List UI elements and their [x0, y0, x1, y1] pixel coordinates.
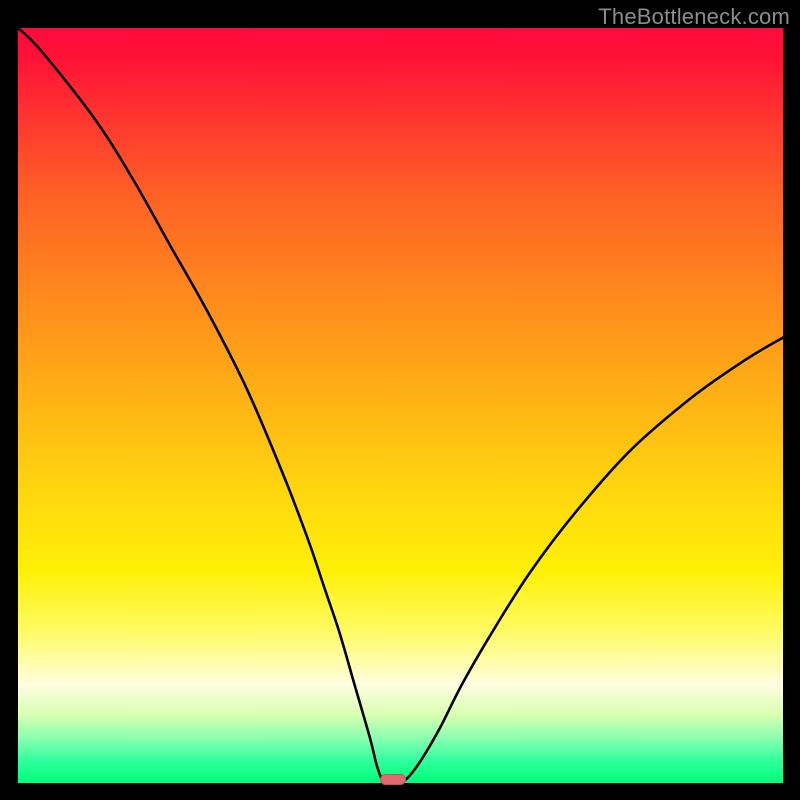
bottleneck-curve-path	[18, 28, 783, 783]
optimum-marker	[380, 774, 406, 785]
watermark-label: TheBottleneck.com	[598, 4, 790, 30]
curve-svg	[18, 28, 783, 783]
plot-area	[18, 28, 783, 783]
bottleneck-chart: TheBottleneck.com	[0, 0, 800, 800]
